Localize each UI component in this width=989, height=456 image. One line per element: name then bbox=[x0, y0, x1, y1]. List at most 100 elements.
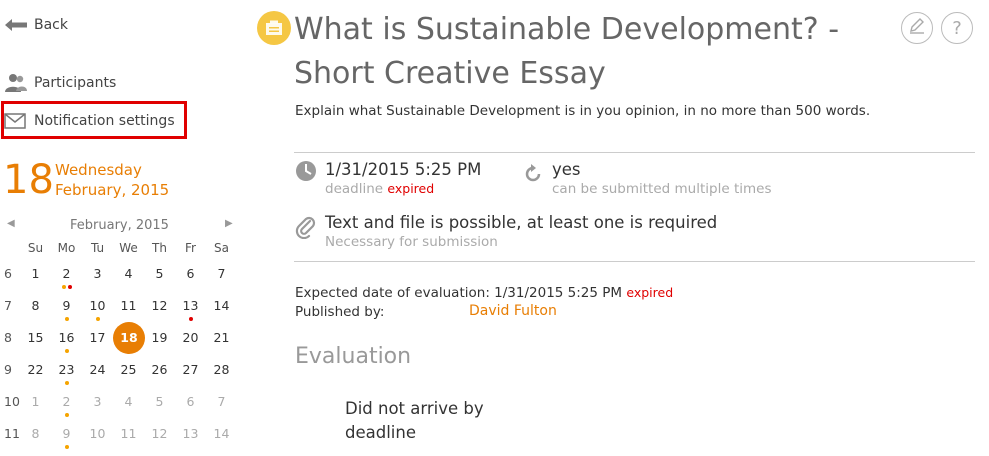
calendar-day[interactable]: 22 bbox=[20, 360, 51, 380]
calendar-day-number: 10 bbox=[89, 298, 106, 313]
week-number: 10 bbox=[4, 394, 20, 409]
deadline-value: 1/31/2015 5:25 PM bbox=[325, 160, 482, 179]
calendar-day-number: 14 bbox=[213, 426, 230, 441]
calendar-day[interactable]: 16 bbox=[51, 328, 82, 353]
calendar-day[interactable]: 12 bbox=[144, 424, 175, 444]
calendar-day[interactable]: 5 bbox=[144, 392, 175, 412]
calendar-day[interactable]: 1 bbox=[20, 392, 51, 412]
calendar-day-number: 21 bbox=[213, 330, 230, 345]
chevron-right-icon[interactable]: ▶ bbox=[225, 218, 233, 229]
participants-label: Participants bbox=[34, 75, 117, 91]
calendar-day[interactable]: 19 bbox=[144, 328, 175, 348]
event-dot-red bbox=[67, 285, 72, 289]
calendar-day[interactable]: 15 bbox=[20, 328, 51, 348]
calendar-day[interactable]: 12 bbox=[144, 296, 175, 316]
calendar-day-today[interactable]: 18 bbox=[113, 322, 145, 354]
selected-date-text: Wednesday February, 2015 bbox=[55, 160, 169, 200]
calendar-day[interactable]: 10 bbox=[82, 296, 113, 321]
submission-info: Text and file is possible, at least one … bbox=[325, 213, 717, 250]
refresh-icon bbox=[522, 163, 544, 189]
back-button[interactable]: Back bbox=[4, 15, 68, 35]
calendar-day[interactable]: 8 bbox=[20, 296, 51, 316]
calendar-day[interactable]: 26 bbox=[144, 360, 175, 380]
calendar-day-number: 24 bbox=[89, 362, 106, 377]
calendar-day[interactable]: 11 bbox=[113, 296, 144, 316]
calendar-day[interactable]: 27 bbox=[175, 360, 206, 380]
help-button[interactable]: ? bbox=[941, 12, 973, 44]
calendar-day-number: 10 bbox=[89, 426, 106, 441]
calendar-day[interactable]: 7 bbox=[206, 392, 237, 412]
calendar-day[interactable]: 28 bbox=[206, 360, 237, 380]
calendar-day[interactable]: 14 bbox=[206, 296, 237, 316]
calendar-day-number: 11 bbox=[120, 298, 137, 313]
assignment-icon bbox=[257, 11, 291, 45]
calendar-day[interactable]: 11 bbox=[113, 424, 144, 444]
calendar-day[interactable]: 2 bbox=[51, 392, 82, 417]
weekday-label: Tu bbox=[90, 241, 105, 255]
calendar-day[interactable]: 14 bbox=[206, 424, 237, 444]
edit-button[interactable] bbox=[901, 12, 933, 44]
calendar-day[interactable]: 17 bbox=[82, 328, 113, 348]
calendar-day[interactable]: 20 bbox=[175, 328, 206, 348]
calendar-day-number: 5 bbox=[155, 266, 164, 281]
calendar-day[interactable]: 21 bbox=[206, 328, 237, 348]
calendar-day[interactable]: 7 bbox=[206, 264, 237, 284]
multiple-submission-info: yes can be submitted multiple times bbox=[552, 160, 771, 197]
calendar-day[interactable]: 9 bbox=[51, 296, 82, 321]
calendar-day[interactable]: 25 bbox=[113, 360, 144, 380]
back-label: Back bbox=[34, 17, 68, 33]
calendar-day[interactable]: 4 bbox=[113, 392, 144, 412]
calendar-day-number: 28 bbox=[213, 362, 230, 377]
calendar-month-label: February, 2015 bbox=[70, 218, 169, 233]
calendar-day[interactable]: 24 bbox=[82, 360, 113, 380]
evaluation-heading: Evaluation bbox=[295, 344, 412, 369]
calendar-day[interactable]: 9 bbox=[51, 424, 82, 449]
event-dot-orange bbox=[64, 445, 69, 449]
calendar-day[interactable]: 2 bbox=[51, 264, 82, 289]
calendar-day[interactable]: 6 bbox=[175, 264, 206, 284]
evaluation-expired-badge: expired bbox=[626, 285, 674, 300]
sidebar-item-participants[interactable]: Participants bbox=[4, 73, 116, 93]
selected-day-number: 18 bbox=[3, 157, 54, 203]
week-number: 6 bbox=[4, 266, 12, 281]
publisher-link[interactable]: David Fulton bbox=[469, 303, 557, 319]
calendar-day-number: 27 bbox=[182, 362, 199, 377]
calendar-day-number: 15 bbox=[27, 330, 44, 345]
deadline-label: deadline bbox=[325, 181, 384, 197]
calendar-week-row: 6 1 2 3 4 5 6 7 bbox=[0, 264, 237, 296]
calendar-week-row: 8 15 16 17 18 19 20 21 bbox=[0, 322, 237, 360]
weekday-label: We bbox=[119, 241, 138, 255]
assignment-description: Explain what Sustainable Development is … bbox=[295, 103, 871, 119]
event-dot-orange bbox=[64, 317, 69, 321]
multiple-value: yes bbox=[552, 160, 581, 179]
calendar-day[interactable]: 5 bbox=[144, 264, 175, 284]
calendar-day[interactable]: 23 bbox=[51, 360, 82, 385]
calendar-week-row: 7 8 9 10 11 12 13 14 bbox=[0, 296, 237, 328]
calendar-day[interactable]: 6 bbox=[175, 392, 206, 412]
calendar-day-number: 3 bbox=[93, 394, 102, 409]
calendar-day[interactable]: 4 bbox=[113, 264, 144, 284]
calendar-day[interactable]: 1 bbox=[20, 264, 51, 284]
calendar-day-number: 12 bbox=[151, 298, 168, 313]
chevron-left-icon[interactable]: ◀ bbox=[7, 218, 15, 229]
calendar-day-number: 2 bbox=[62, 266, 71, 281]
calendar-day-number: 8 bbox=[31, 298, 40, 313]
calendar-day-number: 4 bbox=[124, 266, 133, 281]
weekday-label: Fr bbox=[185, 241, 196, 255]
calendar-day[interactable]: 3 bbox=[82, 392, 113, 412]
event-dot-orange bbox=[95, 317, 100, 321]
calendar-day[interactable]: 13 bbox=[175, 424, 206, 444]
deadline-expired-badge: expired bbox=[387, 181, 435, 196]
calendar-day-number: 6 bbox=[186, 394, 195, 409]
calendar-day[interactable]: 8 bbox=[20, 424, 51, 444]
selected-month-year: February, 2015 bbox=[55, 181, 170, 199]
calendar-day[interactable]: 13 bbox=[175, 296, 206, 321]
participants-icon bbox=[4, 73, 30, 93]
divider bbox=[294, 152, 975, 153]
calendar-day[interactable]: 3 bbox=[82, 264, 113, 284]
calendar-day-number: 14 bbox=[213, 298, 230, 313]
page-title: What is Sustainable Development? - Short… bbox=[294, 12, 840, 91]
calendar-day[interactable]: 10 bbox=[82, 424, 113, 444]
help-icon: ? bbox=[952, 17, 962, 39]
multiple-label: can be submitted multiple times bbox=[552, 181, 772, 197]
